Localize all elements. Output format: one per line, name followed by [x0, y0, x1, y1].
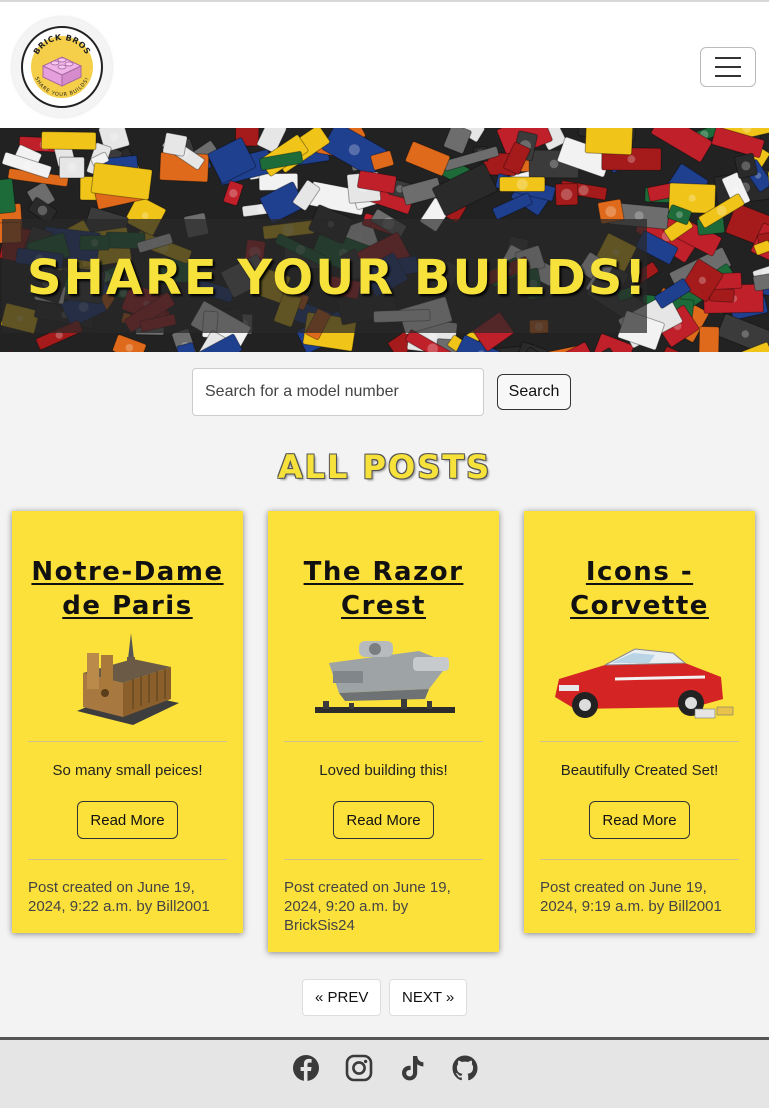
post-title-link[interactable]: Icons - Corvette [540, 555, 739, 623]
card-divider [28, 859, 227, 860]
card-divider [540, 859, 739, 860]
footer [0, 1037, 769, 1108]
search-input[interactable] [192, 368, 484, 416]
section-title: ALL POSTS [277, 448, 492, 486]
svg-text:SHARE YOUR BUILDS!: SHARE YOUR BUILDS! [33, 76, 91, 98]
facebook-icon[interactable] [292, 1054, 320, 1082]
card-divider [284, 859, 483, 860]
post-image-razor-crest[interactable] [309, 633, 459, 727]
github-icon[interactable] [451, 1054, 479, 1082]
search-form: Search [0, 368, 769, 416]
card-divider [284, 741, 483, 742]
post-meta: Post created on June 19, 2024, 9:20 a.m.… [284, 879, 451, 934]
post-meta: Post created on June 19, 2024, 9:19 a.m.… [540, 879, 722, 915]
post-meta: Post created on June 19, 2024, 9:22 a.m.… [28, 879, 210, 915]
post-card: Notre-Dame de Paris So many small peices… [12, 511, 243, 933]
hero-title: SHARE YOUR BUILDS! [27, 250, 649, 306]
post-description: Beautifully Created Set! [560, 762, 719, 779]
post-description: So many small peices! [52, 762, 203, 779]
read-more-button[interactable]: Read More [77, 801, 178, 839]
read-more-button[interactable]: Read More [333, 801, 434, 839]
search-button[interactable]: Search [497, 374, 571, 410]
menu-toggle-button[interactable] [700, 47, 756, 87]
hamburger-icon-bar [715, 66, 741, 68]
post-title-link[interactable]: The Razor Crest [284, 555, 483, 623]
navbar: BRICK BROS SHARE YOUR BUILDS! [0, 2, 769, 128]
logo-text-ring: BRICK BROS SHARE YOUR BUILDS! [32, 33, 93, 98]
read-more-button[interactable]: Read More [589, 801, 690, 839]
logo-ring: BRICK BROS SHARE YOUR BUILDS! [21, 26, 103, 108]
post-title-link[interactable]: Notre-Dame de Paris [28, 555, 227, 623]
card-divider [28, 741, 227, 742]
post-image-corvette[interactable] [545, 633, 735, 727]
card-divider [540, 741, 739, 742]
post-description: Loved building this! [319, 762, 448, 779]
brand-logo[interactable]: BRICK BROS SHARE YOUR BUILDS! [12, 17, 112, 117]
post-card: Icons - Corvette Beautifully Created Set… [524, 511, 755, 933]
hamburger-icon-bar [715, 75, 741, 77]
tiktok-icon[interactable] [398, 1054, 426, 1082]
next-page-button[interactable]: NEXT » [389, 979, 468, 1016]
hero-banner: SHARE YOUR BUILDS! [0, 128, 769, 352]
post-image-notre-dame[interactable] [73, 633, 183, 727]
hamburger-icon-bar [715, 57, 741, 59]
svg-text:BRICK BROS: BRICK BROS [32, 33, 93, 56]
post-card: The Razor Crest Loved building this! Rea… [268, 511, 499, 952]
instagram-icon[interactable] [345, 1054, 373, 1082]
prev-page-button[interactable]: « PREV [302, 979, 382, 1016]
